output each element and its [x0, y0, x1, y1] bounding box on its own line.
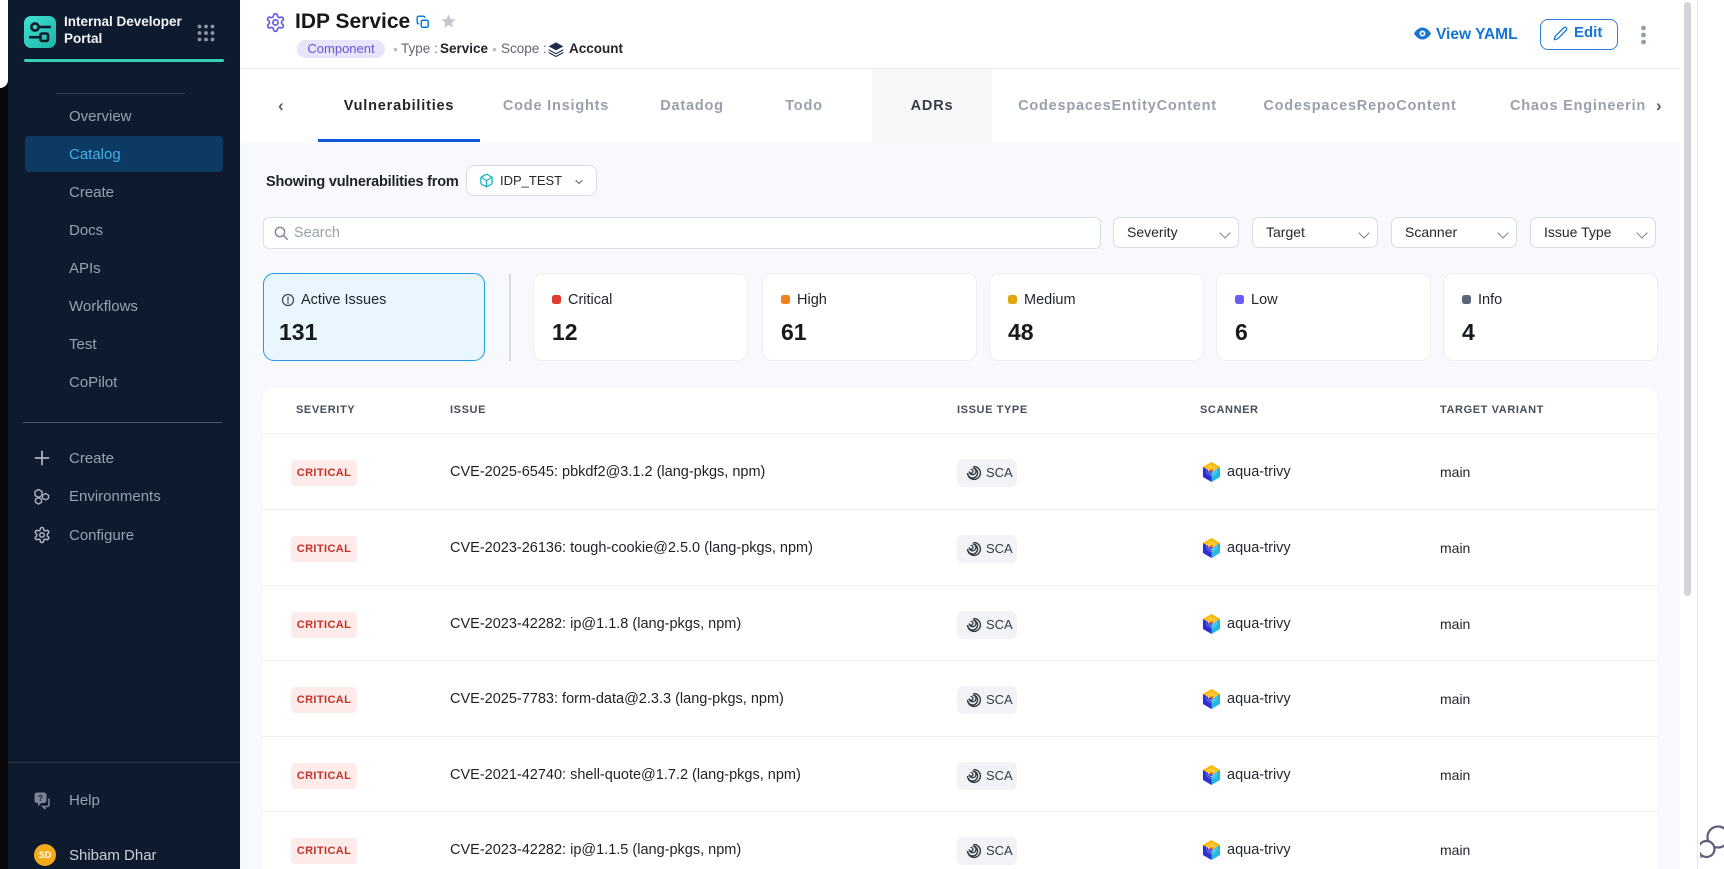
svg-text:?: ?	[38, 794, 43, 803]
